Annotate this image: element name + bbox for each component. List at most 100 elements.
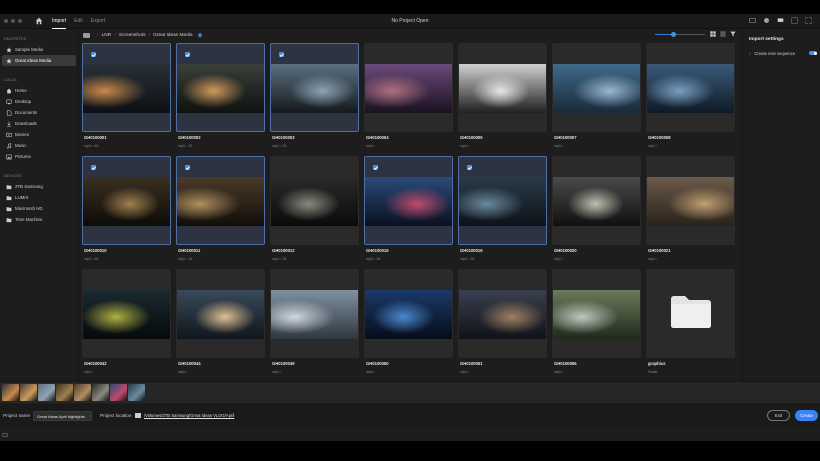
- share-icon[interactable]: [749, 17, 756, 24]
- tray-thumbnail[interactable]: [38, 384, 55, 401]
- tray-thumbnail[interactable]: [20, 384, 37, 401]
- media-card[interactable]: GH0100008 mp4 •: [646, 43, 735, 148]
- media-card[interactable]: GH0100002 mp4 • :32: [176, 43, 265, 148]
- media-card[interactable]: GH0100004 mp4 •: [364, 43, 453, 148]
- drive-icon[interactable]: [83, 32, 90, 38]
- media-name: GH0100010: [84, 248, 107, 253]
- picture-icon: [6, 154, 12, 159]
- media-name: GH0100001: [84, 135, 107, 140]
- folder-icon: [671, 296, 711, 328]
- selected-checkbox[interactable]: [185, 165, 190, 170]
- media-card[interactable]: GH0100056 mp4 •: [552, 269, 641, 374]
- media-meta: Folder: [648, 370, 658, 374]
- media-card[interactable]: GH0100016 mp4 • :31: [458, 156, 547, 261]
- exit-button[interactable]: Exit: [767, 410, 790, 421]
- grid-view-icon[interactable]: [710, 31, 716, 37]
- create-new-sequence-row[interactable]: › Create new sequence: [749, 51, 817, 56]
- tray-thumbnail[interactable]: [92, 384, 109, 401]
- messages-icon[interactable]: [777, 17, 784, 24]
- media-card[interactable]: GH0100012 mp4 • :31: [270, 156, 359, 261]
- media-card[interactable]: GH0100007 mp4 •: [552, 43, 641, 148]
- slider-handle[interactable]: [670, 32, 676, 37]
- media-card[interactable]: GH0100011 mp4 • :32: [176, 156, 265, 261]
- sidebar-item-downloads[interactable]: Downloads: [2, 118, 76, 129]
- breadcrumb-item[interactable]: LNR: [102, 33, 112, 38]
- tray-thumbnail[interactable]: [2, 384, 19, 401]
- selected-checkbox[interactable]: [279, 52, 284, 57]
- create-new-sequence-toggle[interactable]: [809, 51, 817, 55]
- music-icon: [7, 142, 12, 149]
- sidebar-item-time-machine[interactable]: Time Machine: [2, 214, 76, 225]
- folder-card[interactable]: graphics Folder: [646, 269, 735, 374]
- sidebar-item-music[interactable]: Music: [2, 140, 76, 151]
- media-browser: › LNR › Screenshots › Great Ideas Media …: [80, 29, 741, 381]
- sidebar-item-desktop[interactable]: Desktop: [2, 96, 76, 107]
- media-card[interactable]: GH0100015 mp4 • :30: [364, 156, 453, 261]
- selected-checkbox[interactable]: [467, 165, 472, 170]
- sidebar-item-label: Pictures: [15, 154, 31, 159]
- selected-checkbox[interactable]: [91, 165, 96, 170]
- media-card[interactable]: GH0100020 mp4 •: [552, 156, 641, 261]
- workspace-icon[interactable]: [791, 17, 798, 24]
- selected-checkbox[interactable]: [185, 52, 190, 57]
- media-card[interactable]: GH0100044 mp4 •: [176, 269, 265, 374]
- breadcrumb-item[interactable]: Great Ideas Media: [153, 33, 192, 38]
- chevron-right-icon[interactable]: ›: [749, 51, 750, 56]
- media-card[interactable]: GH0100003 mp4 • :31: [270, 43, 359, 148]
- sidebar-item-macintosh-hd[interactable]: Macintosh HD: [2, 203, 76, 214]
- create-button[interactable]: Create: [795, 410, 818, 421]
- media-meta: mp4 •: [648, 257, 657, 261]
- project-location-path[interactable]: /Volumes/2TB Samsung/Great Ideas VLOG/Ap…: [144, 413, 234, 418]
- selected-checkbox[interactable]: [373, 165, 378, 170]
- thumbnail-size-slider[interactable]: [655, 32, 705, 37]
- media-card[interactable]: GH0100051 mp4 •: [458, 269, 547, 374]
- media-card[interactable]: GH0100005 mp4 •: [458, 43, 547, 148]
- media-card[interactable]: GH0100001 mp4 • :40: [82, 43, 171, 148]
- sidebar-item-movies[interactable]: Movies: [2, 129, 76, 140]
- sidebar-item-label: Movies: [15, 132, 29, 137]
- tray-thumbnail[interactable]: [56, 384, 73, 401]
- video-thumbnail: [271, 64, 358, 113]
- media-meta: mp4 •: [84, 370, 93, 374]
- project-name-label: Project name: [3, 413, 31, 418]
- sidebar-item-home[interactable]: Home: [2, 85, 76, 96]
- folder-icon: [6, 184, 12, 189]
- folder-icon[interactable]: [135, 413, 141, 418]
- star-icon[interactable]: [196, 32, 203, 38]
- tray-thumbnail[interactable]: [128, 384, 145, 401]
- sidebar: FAVORITES Sample Media Great Ideas Media …: [0, 29, 79, 381]
- media-card[interactable]: GH0100050 mp4 •: [364, 269, 453, 374]
- home-icon: [6, 88, 12, 93]
- video-thumbnail: [553, 290, 640, 339]
- slider-fill: [655, 34, 673, 35]
- video-thumbnail: [83, 177, 170, 226]
- sidebar-item-pictures[interactable]: Pictures: [2, 151, 76, 162]
- project-name-input[interactable]: [33, 411, 92, 421]
- tray-thumbnail[interactable]: [74, 384, 91, 401]
- sidebar-item-documents[interactable]: Documents: [2, 107, 76, 118]
- link-icon[interactable]: [2, 433, 8, 437]
- media-name: GH0100016: [460, 248, 483, 253]
- sidebar-item-2tb-samsung[interactable]: 2TB Samsung: [2, 181, 76, 192]
- sidebar-item-great-ideas-media[interactable]: Great Ideas Media: [2, 55, 76, 66]
- video-thumbnail: [365, 290, 452, 339]
- notification-icon[interactable]: [763, 17, 770, 24]
- favorites-section-title: FAVORITES: [4, 37, 27, 41]
- filter-icon[interactable]: [730, 31, 736, 37]
- media-card[interactable]: GH0100042 mp4 •: [82, 269, 171, 374]
- fullscreen-icon[interactable]: [805, 17, 812, 24]
- breadcrumb-separator: ›: [114, 32, 116, 38]
- list-view-icon[interactable]: [720, 31, 726, 37]
- sidebar-item-sample-media[interactable]: Sample Media: [2, 44, 76, 55]
- media-card[interactable]: GH0100010 mp4 • :40: [82, 156, 171, 261]
- tray-thumbnail[interactable]: [110, 384, 127, 401]
- selected-checkbox[interactable]: [91, 52, 96, 57]
- video-thumbnail: [553, 177, 640, 226]
- app-window: Import Edit Export No Project Open FAVORIT…: [0, 14, 820, 441]
- media-card[interactable]: GH0100049 mp4 •: [270, 269, 359, 374]
- media-card[interactable]: GH0100021 mp4 •: [646, 156, 735, 261]
- breadcrumb-item[interactable]: Screenshots: [119, 33, 146, 38]
- devices-section-title: DEVICES: [4, 174, 22, 178]
- sidebar-item-lumix[interactable]: LUMIX: [2, 192, 76, 203]
- media-name: GH0100012: [272, 248, 295, 253]
